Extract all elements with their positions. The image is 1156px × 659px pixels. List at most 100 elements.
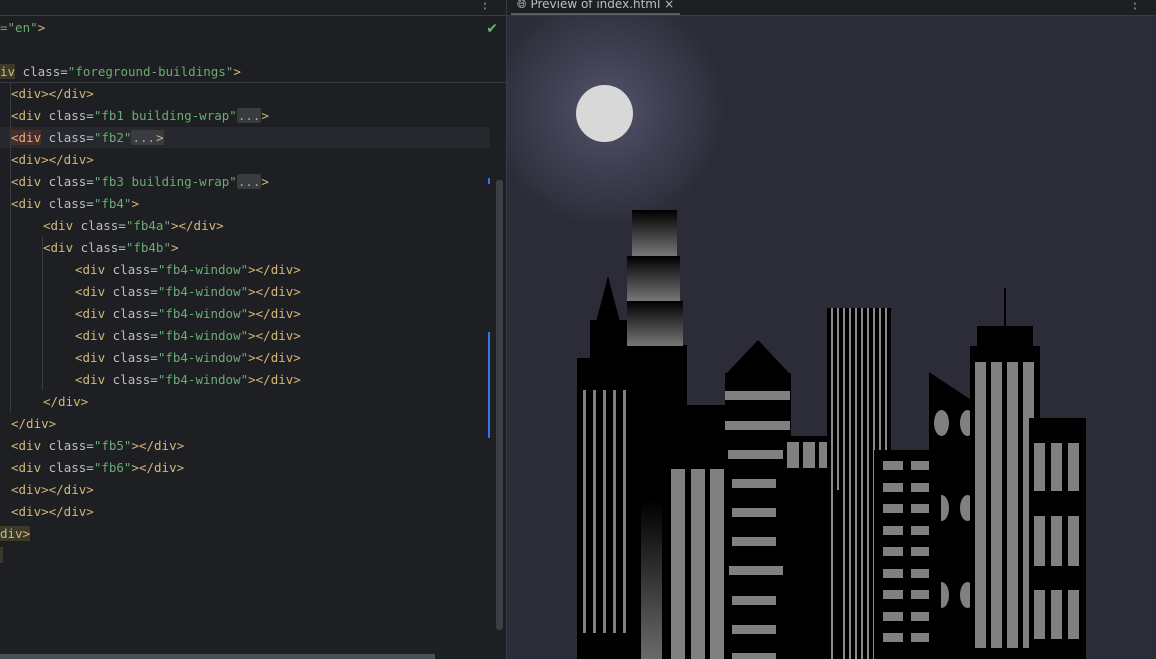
code-editor[interactable]: ⋮ ="en"> iv class="foreground-buildings"… <box>0 0 506 659</box>
window <box>1051 590 1062 639</box>
window <box>911 568 931 578</box>
window <box>883 590 903 599</box>
window <box>911 547 931 556</box>
building <box>929 582 941 608</box>
window <box>934 410 949 436</box>
window <box>732 653 776 659</box>
window <box>883 568 903 578</box>
building <box>590 320 630 360</box>
window <box>803 442 815 468</box>
more-vertical-icon[interactable]: ⋮ <box>478 0 492 12</box>
window <box>883 525 903 535</box>
moon <box>576 85 633 142</box>
code-line[interactable]: <div class="fb6"></div> <box>11 457 184 479</box>
check-icon: ✔ <box>486 21 498 37</box>
code-line[interactable]: </div> <box>43 391 88 413</box>
window <box>911 482 931 492</box>
html-preview-pane: 🌐︎ Preview of index.html × ⋮ <box>507 0 1156 659</box>
tab-preview[interactable]: 🌐︎ Preview of index.html × <box>511 0 681 15</box>
window <box>725 421 790 430</box>
code-line[interactable]: <div class="fb4-window"></div> <box>75 259 301 281</box>
window <box>1068 443 1079 491</box>
close-icon[interactable]: × <box>664 0 674 11</box>
window <box>603 390 606 633</box>
code-line[interactable]: <div class="fb4-window"></div> <box>75 281 301 303</box>
window <box>911 633 931 642</box>
window <box>883 482 903 492</box>
code-line[interactable]: <div class="fb4-window"></div> <box>75 303 301 325</box>
code-line[interactable]: <div class="fb4b"> <box>43 237 179 259</box>
window <box>691 469 705 659</box>
window <box>1051 443 1062 491</box>
sticky-line[interactable]: ="en"> <box>0 17 45 39</box>
window <box>787 442 799 468</box>
match-highlight <box>0 547 3 563</box>
building <box>627 301 683 346</box>
code-line[interactable]: <div class="fb2"...> <box>11 127 164 149</box>
horizontal-scrollbar[interactable] <box>0 654 435 659</box>
window <box>883 611 903 621</box>
code-line[interactable]: <div class="fb1 building-wrap"...> <box>11 105 269 127</box>
vertical-scrollbar[interactable] <box>496 180 503 630</box>
window <box>991 362 1002 648</box>
window <box>1034 590 1045 639</box>
change-marker <box>488 178 490 184</box>
window <box>729 566 783 575</box>
window <box>975 362 986 648</box>
window <box>911 611 931 621</box>
window <box>710 469 724 659</box>
window <box>732 625 776 634</box>
code-line[interactable]: <div class="fb4"> <box>11 193 139 215</box>
window <box>728 450 783 459</box>
building <box>725 340 791 375</box>
building <box>627 256 680 301</box>
more-vertical-icon[interactable]: ⋮ <box>1128 0 1142 12</box>
window <box>1007 362 1018 648</box>
code-line[interactable]: <div></div> <box>11 83 94 105</box>
code-line[interactable]: <div class="fb4-window"></div> <box>75 369 301 391</box>
window <box>732 596 776 605</box>
building <box>632 210 677 256</box>
building <box>596 276 620 322</box>
code-line[interactable]: </div> <box>11 413 56 435</box>
sticky-line[interactable]: iv class="foreground-buildings"> <box>0 61 241 83</box>
sticky-scroll-header: ="en"> iv class="foreground-buildings"> <box>0 16 506 83</box>
window <box>1034 516 1045 566</box>
code-line[interactable]: div> <box>0 523 31 545</box>
tab-label: Preview of index.html <box>530 0 661 11</box>
window <box>593 390 596 633</box>
antenna <box>1004 288 1006 328</box>
window <box>732 508 776 517</box>
preview-tab-bar: 🌐︎ Preview of index.html × ⋮ <box>507 0 1156 16</box>
code-line[interactable]: <div></div> <box>11 479 94 501</box>
window <box>583 390 586 633</box>
window <box>613 390 616 633</box>
window <box>911 461 931 470</box>
globe-icon: 🌐︎ <box>517 0 527 11</box>
code-line[interactable]: <div class="fb5"></div> <box>11 435 184 457</box>
window <box>671 469 685 659</box>
code-line[interactable]: <div class="fb3 building-wrap"...> <box>11 171 269 193</box>
code-line[interactable]: <div></div> <box>11 149 94 171</box>
code-line[interactable]: <div></div> <box>11 501 94 523</box>
window <box>732 537 776 546</box>
window <box>911 525 931 535</box>
code-line[interactable]: <div class="fb4-window"></div> <box>75 347 301 369</box>
window <box>883 547 903 556</box>
window <box>1034 443 1045 491</box>
window <box>883 504 903 513</box>
window <box>911 590 931 599</box>
building <box>977 326 1033 348</box>
code-line[interactable]: <div class="fb4-window"></div> <box>75 325 301 347</box>
window <box>1068 590 1079 639</box>
window <box>725 391 790 400</box>
window <box>883 633 903 642</box>
editor-tab-bar: ⋮ <box>0 0 506 16</box>
window <box>911 504 931 513</box>
building <box>929 495 941 521</box>
indent-guide <box>42 236 43 390</box>
code-line[interactable]: <div class="fb4a"></div> <box>43 215 224 237</box>
window <box>1051 516 1062 566</box>
window <box>883 461 903 470</box>
window <box>732 479 776 488</box>
